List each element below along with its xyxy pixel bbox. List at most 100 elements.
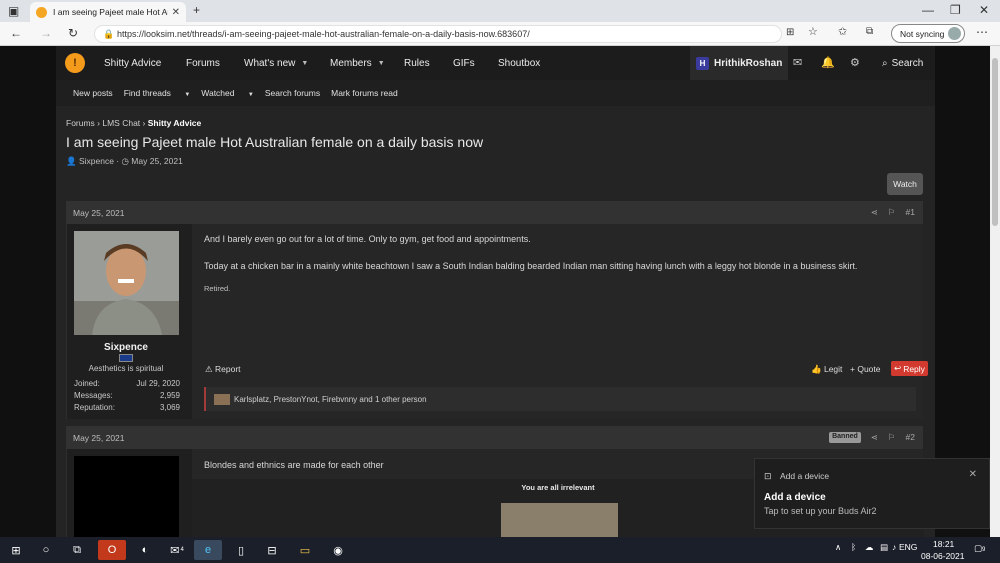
user-avatar-image[interactable] bbox=[74, 231, 179, 335]
post-text: Today at a chicken bar in a mainly white… bbox=[204, 261, 858, 271]
report-button[interactable]: ⚠ Report bbox=[205, 364, 241, 375]
nav-shoutbox[interactable]: Shoutbox bbox=[498, 46, 540, 80]
notifications-icon[interactable]: ▢9 bbox=[974, 543, 985, 554]
taskbar: ⊞ ○ ⧉ O ◐ ✉ 4 e ▯ ⊟ ▭ ◉ ∧ ᛒ ☁ ▤ ♪ ENG 18:… bbox=[0, 537, 1000, 563]
bluetooth-icon[interactable]: ᛒ bbox=[851, 542, 856, 552]
nav-shitty-advice[interactable]: Shitty Advice bbox=[104, 46, 161, 80]
thread-author[interactable]: Sixpence bbox=[79, 156, 114, 166]
back-icon[interactable]: ← bbox=[10, 27, 22, 39]
scrollbar-thumb[interactable] bbox=[992, 58, 998, 226]
reply-button[interactable]: ↩ Reply bbox=[891, 361, 928, 376]
browser-tab[interactable]: I am seeing Pajeet male Hot Aus ✕ bbox=[30, 2, 186, 22]
chevron-down-icon[interactable]: ▼ bbox=[378, 60, 385, 67]
network-icon[interactable]: ▤ bbox=[880, 542, 888, 553]
maximize-icon[interactable]: ❐ bbox=[950, 4, 961, 16]
share-icon[interactable]: ⋖ bbox=[871, 207, 878, 218]
subnav-find-threads[interactable]: Find threads ▼ bbox=[124, 88, 191, 98]
reload-icon[interactable]: ↻ bbox=[68, 27, 78, 39]
windows-start-icon[interactable]: ⊞ bbox=[6, 540, 26, 560]
scrollbar[interactable] bbox=[990, 46, 1000, 537]
nav-forums[interactable]: Forums bbox=[186, 46, 220, 80]
nav-members[interactable]: Members ▼ bbox=[330, 46, 385, 80]
subnav-mark-read[interactable]: Mark forums read bbox=[331, 88, 398, 98]
reaction-users[interactable]: Karlsplatz, PrestonYnot, Firebvnny and 1… bbox=[234, 395, 427, 404]
thumbs-up-icon: 👍 bbox=[811, 364, 822, 374]
post-date[interactable]: May 25, 2021 bbox=[73, 433, 125, 443]
breadcrumb-lms-chat[interactable]: LMS Chat bbox=[102, 118, 140, 128]
bookmark-icon[interactable]: ⚐ bbox=[888, 207, 896, 218]
clock-date[interactable]: 08-06-2021 bbox=[921, 551, 964, 561]
chrome-app-icon[interactable]: ◉ bbox=[328, 540, 348, 560]
favorites-bar-icon[interactable]: ✩ bbox=[838, 27, 847, 38]
search-icon[interactable]: ○ bbox=[36, 540, 56, 560]
opera-app-icon[interactable]: O bbox=[98, 540, 126, 560]
inbox-icon[interactable]: ✉ bbox=[793, 56, 802, 69]
favorite-icon[interactable]: ☆ bbox=[808, 27, 818, 38]
stat-value: Jul 29, 2020 bbox=[136, 379, 180, 388]
tab-actions-icon[interactable]: ▣ bbox=[8, 5, 19, 17]
mail-icon[interactable]: ✉ 4 bbox=[167, 540, 187, 560]
address-bar[interactable]: 🔒 https://looksim.net/threads/i-am-seein… bbox=[94, 25, 782, 43]
file-explorer-icon[interactable]: ▭ bbox=[295, 540, 315, 560]
post-username[interactable]: Sixpence bbox=[67, 342, 185, 353]
volume-icon[interactable]: ♪ bbox=[892, 542, 896, 552]
app-icon[interactable]: ◐ bbox=[135, 540, 155, 560]
browser-toolbar: ← → ↻ 🔒 https://looksim.net/threads/i-am… bbox=[0, 22, 1000, 46]
reply-icon: ↩ bbox=[894, 363, 902, 373]
nav-gifs[interactable]: GIFs bbox=[453, 46, 475, 80]
bookmark-icon[interactable]: ⚐ bbox=[888, 432, 896, 443]
close-icon[interactable]: ✕ bbox=[969, 469, 977, 480]
edge-app-icon[interactable]: e bbox=[194, 540, 222, 560]
bell-icon: ⚠ bbox=[205, 364, 213, 374]
apps-icon[interactable]: ⊞ bbox=[786, 28, 794, 38]
close-tab-icon[interactable]: ✕ bbox=[172, 7, 180, 18]
minimize-icon[interactable]: — bbox=[922, 4, 934, 16]
sync-button[interactable]: Not syncing bbox=[891, 24, 965, 43]
post-number[interactable]: #2 bbox=[906, 432, 915, 443]
chevron-up-icon[interactable]: ∧ bbox=[835, 542, 841, 553]
site-logo-icon[interactable]: ! bbox=[65, 53, 85, 73]
forward-icon[interactable]: → bbox=[40, 27, 52, 39]
quote-button[interactable]: + Quote bbox=[850, 364, 880, 374]
chevron-down-icon[interactable]: ▼ bbox=[301, 60, 308, 67]
collections-icon[interactable]: ⧉ bbox=[866, 27, 873, 37]
subnav-new-posts[interactable]: New posts bbox=[73, 88, 113, 98]
report-label: Report bbox=[215, 364, 241, 374]
nav-whats-new[interactable]: What's new ▼ bbox=[244, 46, 308, 80]
share-icon[interactable]: ⋖ bbox=[871, 432, 878, 443]
file-icon[interactable]: ▯ bbox=[231, 540, 251, 560]
reaction-bar[interactable]: Karlsplatz, PrestonYnot, Firebvnny and 1… bbox=[204, 387, 916, 411]
breadcrumb-forums[interactable]: Forums bbox=[66, 118, 95, 128]
nav-label: GIFs bbox=[453, 57, 475, 69]
task-view-icon[interactable]: ⧉ bbox=[67, 540, 87, 560]
user-menu[interactable]: H HrithikRoshan bbox=[690, 46, 789, 80]
post-date[interactable]: May 25, 2021 bbox=[73, 208, 125, 218]
thread-date[interactable]: May 25, 2021 bbox=[131, 156, 183, 166]
notification-count: 9 bbox=[982, 547, 986, 553]
url-text: https://looksim.net/threads/i-am-seeing-… bbox=[117, 29, 530, 39]
username: HrithikRoshan bbox=[714, 57, 783, 69]
post-image[interactable] bbox=[501, 503, 618, 537]
post-number[interactable]: #1 bbox=[906, 207, 915, 218]
close-window-icon[interactable]: ✕ bbox=[979, 4, 989, 16]
more-icon[interactable]: ⋯ bbox=[976, 26, 988, 38]
notification-toast[interactable]: ⊡ Add a device ✕ Add a device Tap to set… bbox=[754, 458, 990, 529]
post-text: And I barely even go out for a lot of ti… bbox=[204, 234, 531, 244]
alerts-icon[interactable]: 🔔 bbox=[821, 56, 835, 69]
subnav-search-forums[interactable]: Search forums bbox=[265, 88, 320, 98]
flag-icon bbox=[119, 354, 133, 362]
store-icon[interactable]: ⊟ bbox=[262, 540, 282, 560]
search-button[interactable]: ⌕ Search bbox=[882, 46, 923, 80]
clock-time[interactable]: 18:21 bbox=[933, 539, 954, 549]
language-indicator[interactable]: ENG bbox=[899, 542, 917, 552]
settings-icon[interactable]: ⚙ bbox=[850, 56, 860, 69]
watch-button[interactable]: Watch bbox=[887, 173, 923, 195]
subnav-watched[interactable]: Watched ▼ bbox=[201, 88, 254, 98]
cloud-icon[interactable]: ☁ bbox=[865, 542, 874, 553]
breadcrumb-shitty-advice[interactable]: Shitty Advice bbox=[148, 118, 202, 128]
legit-button[interactable]: 👍 Legit bbox=[811, 364, 842, 375]
nav-rules[interactable]: Rules bbox=[404, 46, 430, 80]
user-avatar-image[interactable] bbox=[74, 456, 179, 537]
toast-header: Add a device bbox=[780, 471, 830, 481]
new-tab-icon[interactable]: + bbox=[193, 4, 200, 16]
